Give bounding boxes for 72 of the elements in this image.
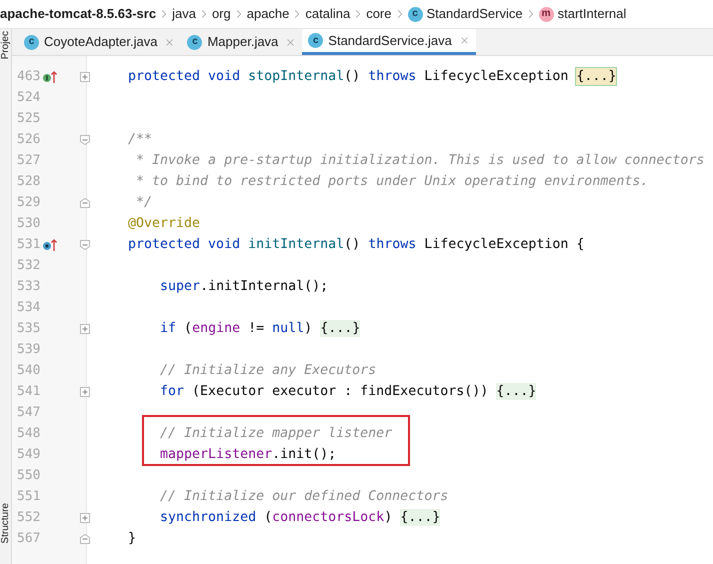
line-number: 463	[16, 68, 42, 86]
breadcrumb-item[interactable]: java	[172, 4, 196, 24]
expand-fold-icon[interactable]	[80, 324, 90, 334]
breadcrumb-item[interactable]: startInternal	[558, 4, 626, 24]
line-number: 551	[16, 488, 42, 506]
editor-tab[interactable]: c StandardService.java	[302, 29, 476, 55]
editor-tab[interactable]: c CoyoteAdapter.java	[18, 29, 182, 55]
line-number: 532	[16, 256, 42, 275]
expand-fold-icon[interactable]	[80, 386, 90, 396]
collapse-fold-icon[interactable]	[80, 134, 90, 144]
folded-code-block[interactable]: {...}	[320, 320, 360, 337]
line-number: 540	[16, 362, 42, 380]
line-number: 528	[16, 172, 42, 191]
code-line: // Initialize our defined Connectors	[159, 488, 448, 506]
class-icon: c	[308, 33, 324, 48]
code-line: * Invoke a pre-startup initialization. This is used to allow connectors	[135, 152, 704, 170]
line-number: 526	[16, 130, 42, 149]
line-number: 539	[16, 340, 42, 359]
code-line: * to bind to restricted ports under Unix operating environments.	[135, 173, 648, 191]
line-number: 552	[16, 508, 42, 527]
close-icon[interactable]	[285, 36, 296, 48]
code-line: super.initInternal();	[159, 278, 328, 296]
line-number: 550	[16, 466, 42, 485]
code-line: @Override	[128, 215, 200, 233]
code-line: synchronized (connectorsLock)	[159, 509, 394, 527]
line-number: 531	[16, 236, 42, 254]
code-line: mapperListener.init();	[159, 446, 336, 464]
expand-fold-icon[interactable]	[80, 512, 90, 522]
line-number: 535	[16, 320, 42, 338]
line-number: 527	[16, 152, 42, 170]
code-line: // Initialize mapper listener	[159, 425, 392, 443]
close-icon[interactable]	[164, 36, 176, 48]
line-number: 525	[16, 110, 42, 128]
override-marker-icon[interactable]	[42, 238, 58, 252]
folded-code-block[interactable]: {...}	[400, 509, 440, 526]
breadcrumb-item[interactable]: StandardService	[426, 4, 523, 24]
line-number: 548	[16, 424, 42, 443]
line-number: 547	[16, 404, 42, 422]
code-line: protected void initInternal() throws LifecycleException {	[128, 236, 584, 254]
method-icon: m	[538, 6, 554, 22]
line-number: 530	[16, 214, 42, 233]
code-line: }	[128, 530, 136, 548]
structure-side-tab[interactable]: Structure	[0, 503, 11, 544]
line-number: 567	[16, 530, 42, 548]
implementation-marker-icon[interactable]	[42, 70, 58, 84]
class-icon: c	[24, 34, 39, 50]
line-number: 541	[16, 382, 42, 401]
class-icon: c	[187, 34, 202, 50]
folded-code-block[interactable]: {...}	[496, 383, 536, 400]
code-line: */	[135, 194, 152, 212]
class-icon: c	[408, 6, 422, 22]
code-line: // Initialize any Executors	[159, 362, 376, 380]
expand-fold-icon[interactable]	[80, 72, 90, 82]
code-line: if (engine != null)	[159, 320, 314, 338]
collapse-fold-icon[interactable]	[80, 240, 90, 250]
line-number: 549	[16, 446, 42, 464]
code-line: for (Executor executor : findExecutors())	[159, 383, 490, 401]
close-icon[interactable]	[458, 35, 470, 46]
breadcrumb-item[interactable]: org	[212, 4, 231, 24]
code-line: /**	[128, 131, 152, 149]
editor-tab[interactable]: c Mapper.java	[181, 29, 302, 55]
line-number: 524	[16, 88, 42, 107]
code-line: protected void stopInternal() throws LifecycleException	[128, 68, 570, 86]
line-number: 534	[16, 298, 42, 317]
project-side-tab[interactable]: Projec	[0, 31, 11, 60]
line-number: 533	[16, 278, 42, 296]
breadcrumb-item[interactable]: catalina	[305, 4, 350, 24]
breadcrumb-item[interactable]: core	[366, 4, 392, 24]
folded-code-block[interactable]: {...}	[576, 68, 616, 85]
breadcrumb-item[interactable]: apache-tomcat-8.5.63-src	[0, 4, 156, 24]
line-number: 529	[16, 194, 42, 212]
breadcrumb-item[interactable]: apache	[246, 4, 290, 24]
